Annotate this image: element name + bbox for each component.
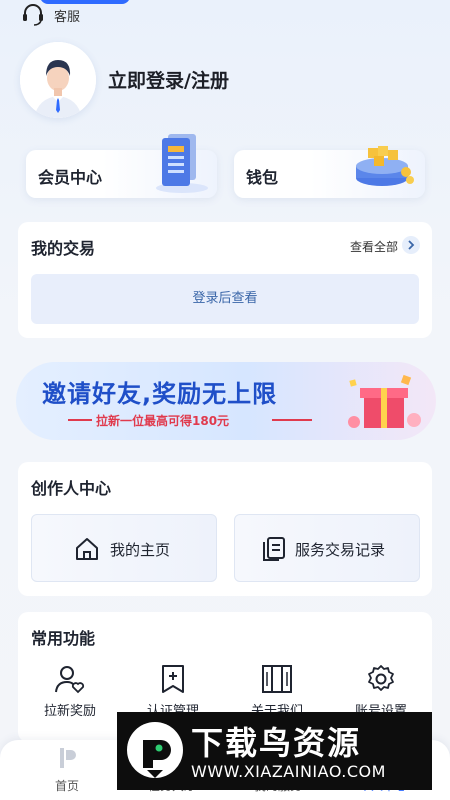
coin-box-icon (352, 142, 416, 192)
user-heart-icon (25, 664, 115, 694)
my-trades-title: 我的交易 (31, 239, 96, 258)
building-icon (232, 664, 322, 694)
wallet-label: 钱包 (246, 168, 279, 187)
service-records-label: 服务交易记录 (295, 541, 386, 559)
tab-home[interactable]: 首页 (17, 746, 117, 794)
creator-center-title: 创作人中心 (31, 479, 112, 498)
my-home-label: 我的主页 (110, 541, 171, 559)
func-invite-reward[interactable]: 拉新奖励 (25, 664, 115, 724)
watermark-title: 下载鸟资源 (191, 724, 362, 762)
func-label: 拉新奖励 (43, 704, 96, 719)
banner-divider-right (272, 419, 312, 421)
bookmark-plus-icon (128, 664, 218, 694)
my-trades-panel: 我的交易 查看全部 登录后查看 (18, 222, 432, 338)
watermark-overlay: 下载鸟资源 WWW.XIAZAINIAO.COM (117, 712, 432, 790)
logo-icon (56, 748, 78, 773)
headset-icon[interactable] (20, 2, 46, 26)
customer-service-label[interactable]: 客服 (54, 6, 80, 25)
profile-section[interactable]: 立即登录/注册 (18, 42, 428, 118)
banner-title: 邀请好友,奖励无上限 (42, 380, 278, 408)
gear-icon (336, 664, 426, 694)
service-records-button[interactable]: 服务交易记录 (234, 514, 420, 582)
watermark-url: WWW.XIAZAINIAO.COM (191, 762, 386, 781)
member-center-label: 会员中心 (38, 168, 103, 187)
invite-banner[interactable]: 邀请好友,奖励无上限 拉新一位最高可得180元 (16, 362, 436, 440)
tab-label: 首页 (54, 779, 79, 793)
view-all-link[interactable]: 查看全部 (350, 238, 398, 255)
avatar[interactable] (20, 42, 96, 118)
document-icon (261, 536, 287, 566)
creator-center-panel: 创作人中心 我的主页 服务交易记录 (18, 462, 432, 596)
member-center-card[interactable]: 会员中心 (26, 134, 217, 198)
document-stack-icon (146, 128, 210, 198)
login-register-link[interactable]: 立即登录/注册 (108, 66, 229, 93)
my-home-button[interactable]: 我的主页 (31, 514, 217, 582)
top-indicator (40, 0, 130, 4)
chevron-right-icon[interactable] (402, 236, 420, 254)
top-bar: 客服 (0, 0, 450, 30)
bird-logo-icon (125, 720, 185, 786)
common-functions-title: 常用功能 (31, 629, 96, 648)
login-to-view-button[interactable]: 登录后查看 (31, 274, 419, 324)
house-icon (74, 536, 100, 566)
banner-divider-left (68, 419, 92, 421)
gift-box-icon (342, 370, 426, 440)
wallet-card[interactable]: 钱包 (234, 146, 425, 198)
banner-subtitle: 拉新一位最高可得180元 (96, 414, 230, 428)
